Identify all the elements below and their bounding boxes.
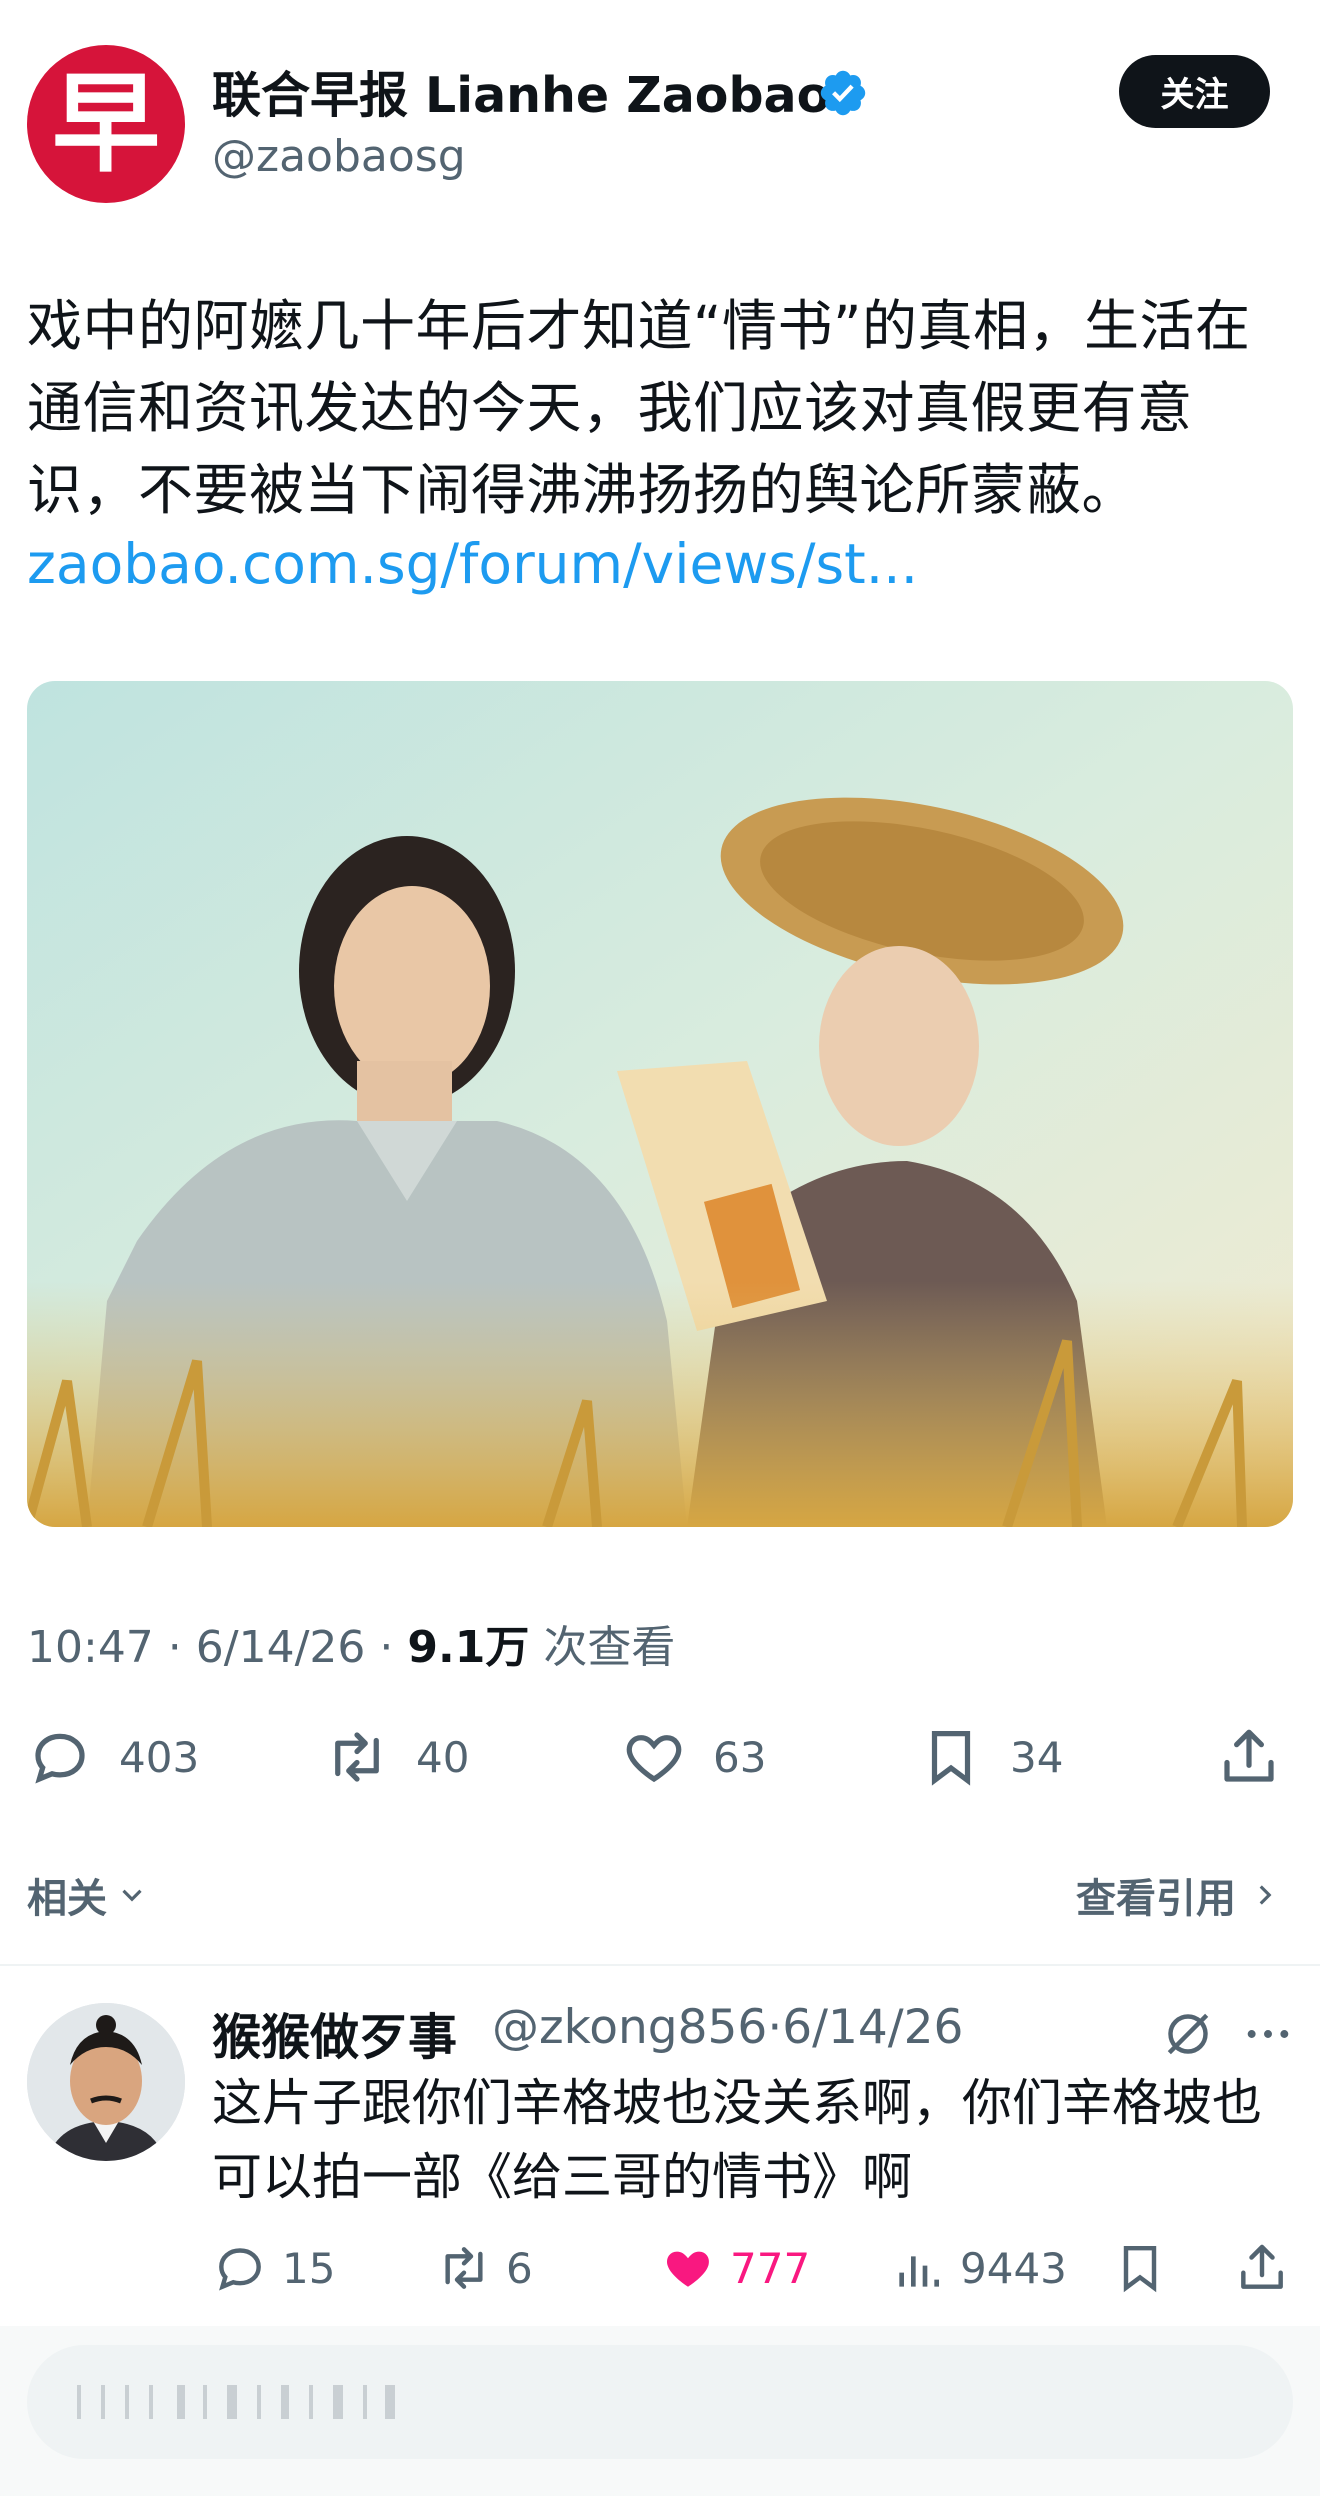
blurred-placeholder [77,2385,395,2419]
bookmark-icon [931,1731,971,1786]
retweet-button[interactable]: 40 [324,1724,469,1790]
reply-date[interactable]: 6/14/26 [782,2000,963,2055]
chevron-down-icon [122,1889,142,1902]
reply-bookmark-button[interactable] [1112,2240,1168,2296]
retweet-icon [335,1732,379,1782]
reply-views-count: 9443 [960,2243,1067,2293]
views-count: 9.1万 [407,1622,530,1673]
view-quotes-link[interactable]: 查看引用 [1076,1866,1282,1924]
share-button[interactable] [1216,1724,1282,1790]
retweet-icon [445,2247,483,2289]
grok-icon[interactable] [1160,2006,1216,2062]
bookmark-icon [1123,2245,1157,2293]
reply-reply-button[interactable]: 15 [212,2240,335,2296]
reply-icon [35,1733,85,1784]
reply-author-name[interactable]: 猴猴做歹事 [212,1998,457,2069]
like-icon [667,2251,709,2287]
author-avatar[interactable]: 早 [27,45,185,203]
reply-count: 403 [119,1732,200,1782]
author-handle[interactable]: @zaobaosg [212,131,466,182]
like-count: 63 [713,1732,767,1782]
verified-badge-icon [820,70,866,116]
reply-retweet-count: 6 [506,2243,533,2293]
tweet-time[interactable]: 10:47 [27,1622,154,1673]
reply-handle[interactable]: @zkong856 [492,2000,767,2055]
tweet-link[interactable]: zaobao.com.sg/forum/views/st... [27,532,918,596]
tweet-text: 戏中的阿嬷几十年后才知道“情书”的真相，生活在通信和资讯发达的今天，我们应该对真… [27,294,1251,522]
reply-like-button[interactable]: 777 [660,2240,810,2296]
reply-like-count: 777 [730,2243,811,2293]
retweet-count: 40 [416,1732,470,1782]
tweet-meta: 10:47 · 6/14/26 · 9.1万 次查看 [27,1622,676,1673]
reply-views-button[interactable]: 9443 [890,2240,1067,2296]
tweet-date[interactable]: 6/14/26 [196,1622,366,1673]
quotes-label: 查看引用 [1076,1876,1236,1922]
divider [0,1964,1320,1966]
reply-button[interactable]: 403 [27,1724,199,1790]
share-icon [1241,2244,1283,2289]
bookmark-button[interactable]: 34 [918,1724,1063,1790]
reply-author-avatar[interactable] [27,2003,185,2161]
reply-retweet-button[interactable]: 6 [436,2240,533,2296]
related-label: 相关 [27,1876,107,1922]
reply-compose-input[interactable] [27,2345,1293,2459]
film-still-illustration [27,681,1293,1527]
follow-button[interactable]: 关注 [1119,55,1270,128]
like-button[interactable]: 63 [621,1724,766,1790]
author-name[interactable]: 联合早报 Lianhe Zaobao [212,56,830,127]
tweet-image[interactable] [27,681,1293,1527]
reply-share-button[interactable] [1234,2240,1290,2296]
more-icon[interactable] [1240,2006,1296,2062]
chevron-right-icon [1259,1885,1272,1905]
reply-reply-count: 15 [282,2243,336,2293]
reply-text: 这片子跟你们辛格坡也没关系啊，你们辛格坡也可以拍一部《给三哥的情书》啊 [212,2074,1262,2206]
bookmark-count: 34 [1010,1732,1064,1782]
views-icon [899,2256,939,2287]
reply-icon [219,2248,261,2291]
share-icon [1224,1729,1274,1782]
reply-meta: @zkong856·6/14/26 [492,2000,964,2055]
views-label: 次查看 [543,1622,676,1673]
like-icon [626,1735,682,1783]
related-dropdown[interactable]: 相关 [27,1866,149,1924]
